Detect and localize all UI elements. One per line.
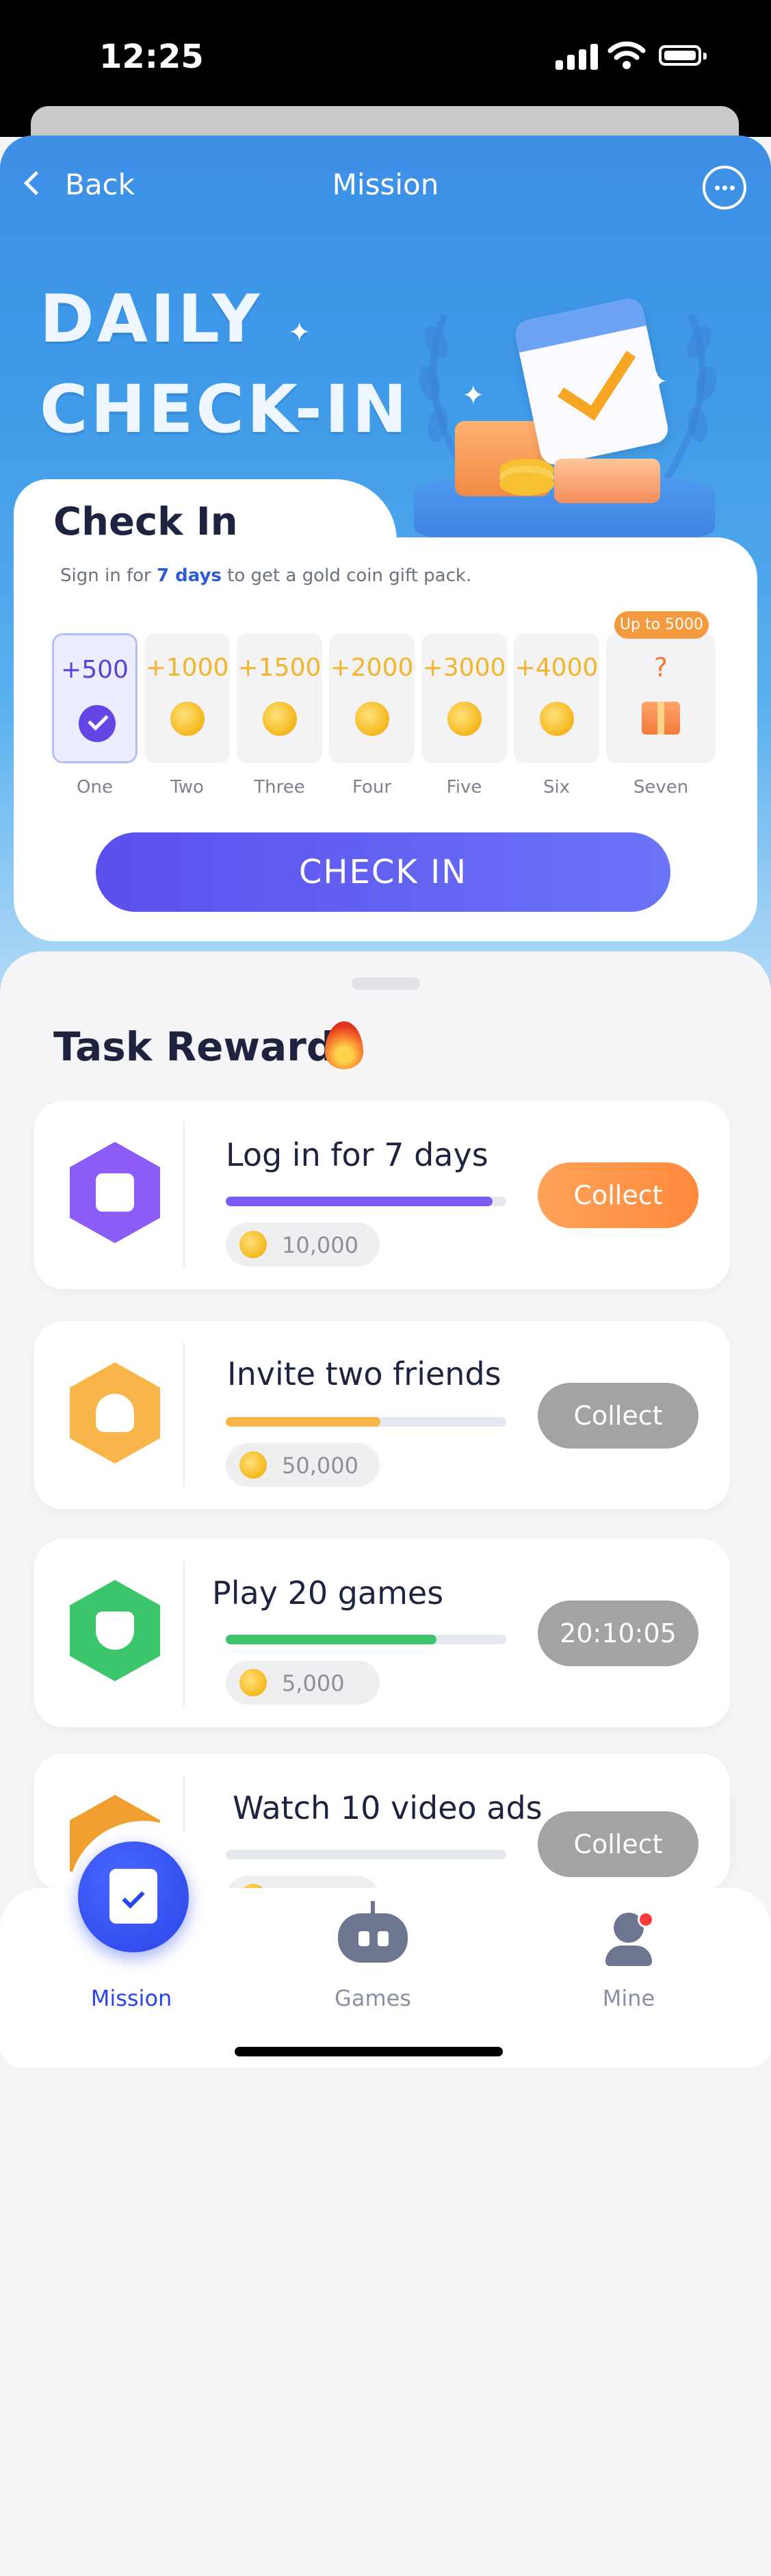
mission-doc-icon bbox=[109, 1869, 157, 1924]
task-name: Invite two friends bbox=[227, 1355, 501, 1392]
day-seven[interactable]: ? bbox=[606, 633, 716, 763]
hero-title: DAILY ✦ CHECK-IN bbox=[40, 281, 410, 448]
progress-bar bbox=[226, 1850, 506, 1859]
user-icon bbox=[70, 1362, 160, 1464]
tab-games-label[interactable]: Games bbox=[304, 1985, 441, 2011]
checkmark-icon bbox=[558, 333, 636, 421]
checkin-title: Check In bbox=[53, 500, 238, 544]
gamepad-icon[interactable] bbox=[338, 1901, 408, 1963]
countdown-button[interactable]: 20:10:05 bbox=[538, 1601, 698, 1666]
coin-icon bbox=[447, 702, 482, 736]
status-time: 12:25 bbox=[99, 38, 204, 76]
divider bbox=[183, 1121, 185, 1268]
collect-button[interactable]: Collect bbox=[538, 1162, 698, 1228]
day-three[interactable]: +1500 bbox=[237, 633, 322, 763]
day-label: Four bbox=[352, 777, 392, 798]
coin-icon bbox=[239, 1669, 267, 1696]
reward-amount: 50,000 bbox=[282, 1453, 358, 1479]
day-label: Two bbox=[170, 777, 204, 798]
day-label: Three bbox=[254, 777, 305, 798]
task-reward-title: Task Reward bbox=[53, 1023, 335, 1070]
check-in-button[interactable]: CHECK IN bbox=[96, 832, 670, 912]
progress-bar bbox=[226, 1417, 506, 1427]
calendar-check-icon bbox=[70, 1142, 160, 1243]
day-five[interactable]: +3000 bbox=[421, 633, 507, 763]
signal-icon bbox=[556, 44, 602, 70]
coin-icon bbox=[355, 702, 389, 736]
subtitle-days: 7 days bbox=[156, 565, 222, 586]
task-card: Log in for 7 days 10,000 Collect bbox=[34, 1101, 730, 1289]
day-points: +3000 bbox=[422, 654, 506, 682]
day-two[interactable]: +1000 bbox=[144, 633, 230, 763]
progress-bar bbox=[226, 1635, 506, 1644]
day-label: Five bbox=[446, 777, 482, 798]
progress-bar bbox=[226, 1197, 506, 1206]
sparkle-icon: ✦ bbox=[287, 317, 314, 348]
tab-mission-label[interactable]: Mission bbox=[63, 1985, 200, 2011]
day-points: ? bbox=[653, 652, 668, 683]
home-indicator bbox=[235, 2047, 503, 2056]
check-icon bbox=[79, 705, 116, 742]
checkin-subtitle: Sign in for 7 days to get a gold coin gi… bbox=[60, 565, 471, 586]
sparkle-icon: ✦ bbox=[645, 366, 668, 398]
day-points: +1000 bbox=[145, 654, 229, 682]
reward-pill: 50,000 bbox=[226, 1443, 380, 1487]
gift-icon bbox=[642, 702, 680, 735]
tab-mine-label[interactable]: Mine bbox=[560, 1985, 697, 2011]
hero-title-line1: DAILY bbox=[40, 281, 263, 357]
task-card: Play 20 games 5,000 20:10:05 bbox=[34, 1539, 730, 1727]
day-four[interactable]: +2000 bbox=[329, 633, 415, 763]
day-six[interactable]: +4000 bbox=[514, 633, 599, 763]
user-icon-body bbox=[605, 1946, 652, 1966]
task-card: Invite two friends 50,000 Collect bbox=[34, 1321, 730, 1509]
day-points: +4000 bbox=[514, 654, 599, 682]
coin-icon bbox=[263, 702, 297, 736]
subtitle-text: Sign in for bbox=[60, 565, 157, 586]
day-label: Seven bbox=[633, 777, 689, 798]
coin-icon bbox=[239, 1451, 267, 1479]
collect-button[interactable]: Collect bbox=[538, 1383, 698, 1449]
sparkle-icon: ✦ bbox=[462, 380, 485, 411]
subtitle-text: to get a gold coin gift pack. bbox=[221, 565, 472, 586]
trophy-icon bbox=[70, 1580, 160, 1681]
day-points: +1500 bbox=[237, 654, 322, 682]
gift-box-illustration bbox=[554, 459, 660, 503]
task-name: Play 20 games bbox=[212, 1574, 444, 1611]
notification-dot bbox=[638, 1911, 654, 1928]
reward-pill: 10,000 bbox=[226, 1223, 380, 1266]
day-points: +2000 bbox=[330, 654, 414, 682]
reward-pill: 5,000 bbox=[226, 1661, 380, 1705]
coin-icon bbox=[239, 1231, 267, 1258]
upto-badge: Up to 5000 bbox=[614, 611, 709, 639]
day-label: Six bbox=[543, 777, 571, 798]
more-options-icon[interactable] bbox=[703, 166, 746, 209]
collect-button[interactable]: Collect bbox=[538, 1811, 698, 1877]
hero-title-line2: CHECK-IN bbox=[40, 371, 410, 448]
wifi-icon bbox=[607, 41, 646, 69]
page-title: Mission bbox=[332, 168, 439, 201]
task-name: Log in for 7 days bbox=[226, 1136, 488, 1173]
battery-icon bbox=[659, 45, 707, 66]
task-name: Watch 10 video ads bbox=[233, 1789, 543, 1826]
reward-amount: 10,000 bbox=[282, 1232, 358, 1258]
coin-stack-illustration bbox=[499, 472, 554, 496]
drag-handle[interactable] bbox=[352, 978, 420, 990]
day-one[interactable]: +500 bbox=[52, 633, 138, 763]
day-label: One bbox=[77, 777, 113, 798]
coin-icon bbox=[540, 702, 574, 736]
divider bbox=[183, 1342, 185, 1489]
day-points: +500 bbox=[61, 656, 129, 684]
coin-icon bbox=[170, 702, 205, 736]
divider bbox=[183, 1559, 185, 1707]
reward-amount: 5,000 bbox=[282, 1670, 345, 1696]
